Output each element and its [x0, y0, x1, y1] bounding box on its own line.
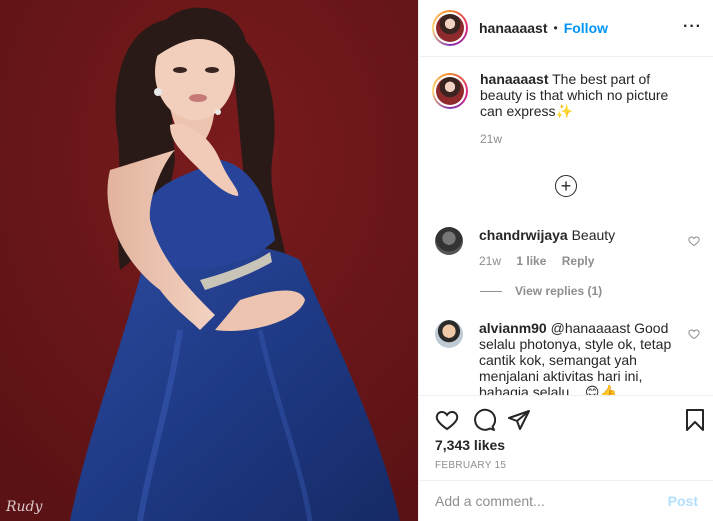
instagram-post-view: Rudy hanaaaast • Follow ··· hanaaaast Th…: [0, 0, 713, 521]
heart-icon[interactable]: [435, 408, 459, 432]
caption-username[interactable]: hanaaaast: [480, 71, 548, 87]
commenter-avatar[interactable]: [435, 320, 463, 348]
comment-item: alvianm90 @hanaaaast Good selalu photony…: [435, 320, 700, 395]
caption-avatar[interactable]: [432, 73, 468, 109]
portrait-illustration: [0, 0, 418, 521]
post-header: hanaaaast • Follow ···: [419, 0, 713, 57]
sparkle-emoji: ✨: [555, 103, 573, 119]
post-date[interactable]: FEBRUARY 15: [435, 460, 506, 471]
comment-like-count[interactable]: 1 like: [516, 254, 546, 268]
reply-button[interactable]: Reply: [562, 254, 595, 268]
view-replies-label: View replies (1): [515, 284, 603, 298]
replies-divider: [480, 290, 502, 292]
ellipsis-icon[interactable]: ···: [683, 18, 702, 36]
like-count[interactable]: 7,343 likes: [435, 437, 505, 453]
post-actions: 7,343 likes FEBRUARY 15: [419, 395, 713, 480]
photographer-signature: Rudy: [6, 499, 43, 515]
paper-plane-icon[interactable]: [507, 408, 531, 432]
view-replies-button[interactable]: View replies (1): [480, 284, 602, 298]
comment-username[interactable]: alvianm90: [479, 320, 547, 336]
plus-circle-icon: +: [560, 176, 572, 196]
comment-heart-icon[interactable]: [688, 235, 700, 247]
post-caption: hanaaaast The best part of beauty is tha…: [432, 71, 702, 147]
follow-button[interactable]: Follow: [564, 20, 608, 36]
comments-scroll-area[interactable]: alvianm90 @hanaaaast Good selalu photony…: [419, 318, 713, 395]
separator-dot: •: [553, 21, 558, 35]
comment-input[interactable]: [435, 493, 655, 509]
comment-bubble-icon[interactable]: [472, 408, 496, 432]
bookmark-icon[interactable]: [684, 408, 706, 432]
avatar[interactable]: [432, 10, 468, 46]
load-more-comments-button[interactable]: +: [555, 175, 577, 197]
comment-heart-icon[interactable]: [688, 328, 700, 340]
post-comment-button[interactable]: Post: [668, 493, 698, 509]
add-comment-bar: Post: [419, 480, 713, 521]
comment-username[interactable]: chandrwijaya: [479, 227, 568, 243]
comment-timestamp[interactable]: 21w: [479, 254, 501, 268]
post-photo[interactable]: Rudy: [0, 0, 418, 521]
post-side-panel: hanaaaast • Follow ··· hanaaaast The bes…: [418, 0, 713, 521]
caption-timestamp[interactable]: 21w: [480, 131, 690, 147]
commenter-avatar[interactable]: [435, 227, 463, 255]
comment-text: Beauty: [571, 227, 616, 243]
comment-item: chandrwijaya Beauty 21w 1 like Reply: [435, 227, 700, 269]
header-username[interactable]: hanaaaast: [479, 20, 547, 36]
